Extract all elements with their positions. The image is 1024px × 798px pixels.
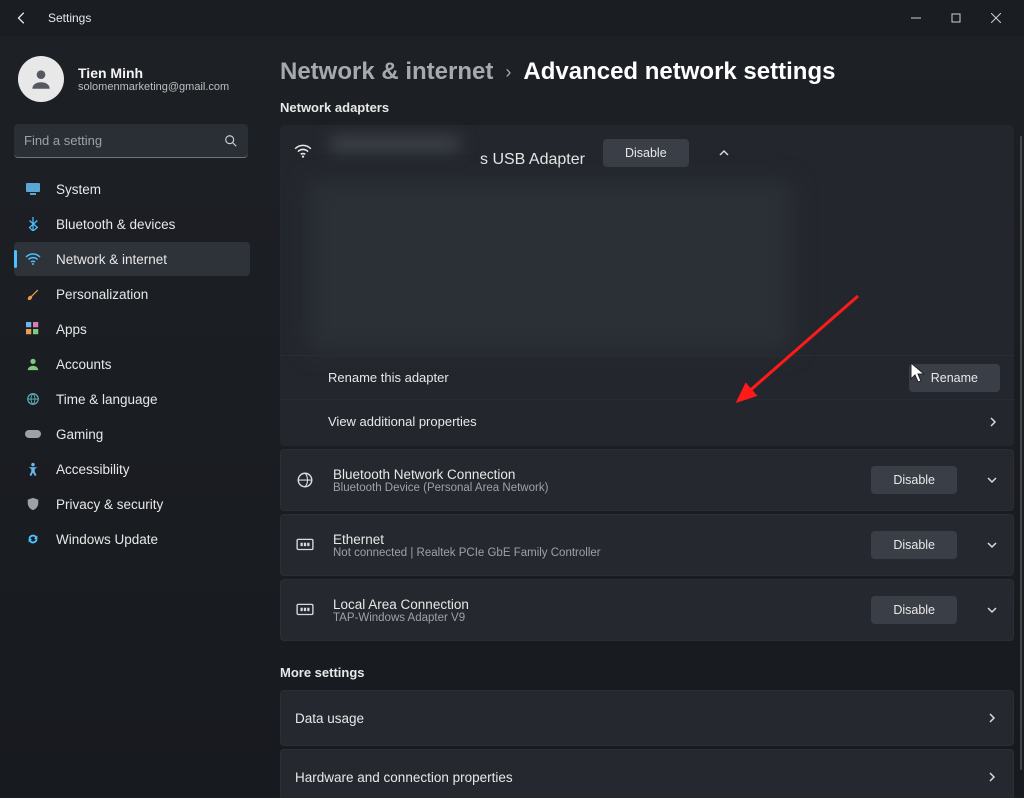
minimize-button[interactable] (896, 2, 936, 34)
adapter-subtitle: Not connected | Realtek PCIe GbE Family … (333, 547, 853, 559)
person-icon (24, 357, 42, 371)
adapter-ethernet: Ethernet Not connected | Realtek PCIe Gb… (280, 514, 1014, 576)
nav-label: Time & language (56, 392, 158, 407)
rename-button[interactable]: Rename (909, 364, 1000, 392)
profile-name: Tien Minh (78, 65, 229, 81)
search-icon (224, 134, 238, 148)
adapter-subtitle: s USB Adapter (330, 151, 585, 169)
accessibility-icon (24, 462, 42, 476)
chevron-right-icon: › (505, 62, 511, 83)
row-label: Hardware and connection properties (295, 770, 957, 785)
maximize-button[interactable] (936, 2, 976, 34)
nav-label: Accounts (56, 357, 112, 372)
nav-time-language[interactable]: Time & language (14, 382, 250, 416)
update-icon (24, 532, 42, 546)
nav-accessibility[interactable]: Accessibility (14, 452, 250, 486)
chevron-down-icon[interactable] (985, 473, 999, 487)
nav-label: Gaming (56, 427, 103, 442)
window-title: Settings (48, 11, 91, 25)
adapter-bluetooth: Bluetooth Network Connection Bluetooth D… (280, 449, 1014, 511)
disable-button[interactable]: Disable (871, 466, 957, 494)
chevron-down-icon[interactable] (985, 538, 999, 552)
title-bar: Settings (0, 0, 1024, 36)
search-box[interactable] (14, 124, 248, 158)
adapter-subtitle: TAP-Windows Adapter V9 (333, 612, 853, 624)
nav: System Bluetooth & devices Network & int… (14, 172, 250, 556)
nav-label: Apps (56, 322, 87, 337)
nav-bluetooth[interactable]: Bluetooth & devices (14, 207, 250, 241)
sidebar: Tien Minh solomenmarketing@gmail.com Sys… (0, 36, 258, 798)
nav-update[interactable]: Windows Update (14, 522, 250, 556)
ethernet-icon (295, 600, 315, 620)
globe-icon (24, 392, 42, 406)
nav-network[interactable]: Network & internet (14, 242, 250, 276)
wifi-icon (294, 142, 312, 165)
disable-button[interactable]: Disable (871, 596, 957, 624)
back-button[interactable] (14, 10, 30, 26)
disable-button[interactable]: Disable (871, 531, 957, 559)
hardware-properties-row[interactable]: Hardware and connection properties (280, 749, 1014, 798)
display-icon (24, 181, 42, 197)
adapter-name-redacted (330, 137, 460, 151)
search-input[interactable] (24, 133, 224, 148)
nav-label: Network & internet (56, 252, 167, 267)
view-additional-row[interactable]: View additional properties (280, 399, 1014, 443)
row-label: Data usage (295, 711, 957, 726)
ethernet-icon (295, 535, 315, 555)
nav-label: Windows Update (56, 532, 158, 547)
brush-icon (24, 287, 42, 301)
nav-label: Accessibility (56, 462, 130, 477)
breadcrumb-parent[interactable]: Network & internet (280, 58, 493, 86)
adapter-local-area: Local Area Connection TAP-Windows Adapte… (280, 579, 1014, 641)
wifi-icon (24, 251, 42, 267)
main-content: Network & internet › Advanced network se… (258, 36, 1024, 798)
nav-gaming[interactable]: Gaming (14, 417, 250, 451)
bluetooth-icon (24, 217, 42, 231)
adapter-wifi-expanded: s USB Adapter Disable Rename this adapte… (280, 125, 1014, 446)
chevron-up-icon[interactable] (717, 146, 731, 160)
chevron-right-icon (985, 711, 999, 725)
nav-system[interactable]: System (14, 172, 250, 206)
gaming-icon (24, 428, 42, 440)
adapter-subtitle: Bluetooth Device (Personal Area Network) (333, 482, 853, 494)
disable-button[interactable]: Disable (603, 139, 689, 167)
rename-label: Rename this adapter (294, 370, 449, 385)
bluetooth-network-icon (295, 470, 315, 490)
shield-icon (24, 497, 42, 511)
nav-personalization[interactable]: Personalization (14, 277, 250, 311)
chevron-right-icon (986, 415, 1000, 429)
chevron-down-icon[interactable] (985, 603, 999, 617)
section-adapters-label: Network adapters (280, 100, 1014, 115)
section-more-label: More settings (280, 665, 1014, 680)
profile-email: solomenmarketing@gmail.com (78, 81, 229, 93)
data-usage-row[interactable]: Data usage (280, 690, 1014, 746)
chevron-right-icon (985, 770, 999, 784)
avatar (18, 56, 64, 102)
adapter-details-redacted (308, 181, 792, 351)
adapter-title: Bluetooth Network Connection (333, 467, 853, 482)
nav-label: Personalization (56, 287, 148, 302)
adapter-title: Ethernet (333, 532, 853, 547)
nav-apps[interactable]: Apps (14, 312, 250, 346)
nav-label: Privacy & security (56, 497, 163, 512)
breadcrumb: Network & internet › Advanced network se… (280, 58, 1014, 86)
adapter-title: Local Area Connection (333, 597, 853, 612)
apps-icon (24, 322, 42, 336)
nav-privacy[interactable]: Privacy & security (14, 487, 250, 521)
page-title: Advanced network settings (523, 58, 835, 86)
view-additional-label: View additional properties (294, 414, 477, 429)
close-button[interactable] (976, 2, 1016, 34)
profile[interactable]: Tien Minh solomenmarketing@gmail.com (14, 50, 250, 118)
nav-label: System (56, 182, 101, 197)
rename-adapter-row: Rename this adapter Rename (280, 355, 1014, 399)
scrollbar[interactable] (1020, 136, 1022, 770)
nav-accounts[interactable]: Accounts (14, 347, 250, 381)
nav-label: Bluetooth & devices (56, 217, 175, 232)
